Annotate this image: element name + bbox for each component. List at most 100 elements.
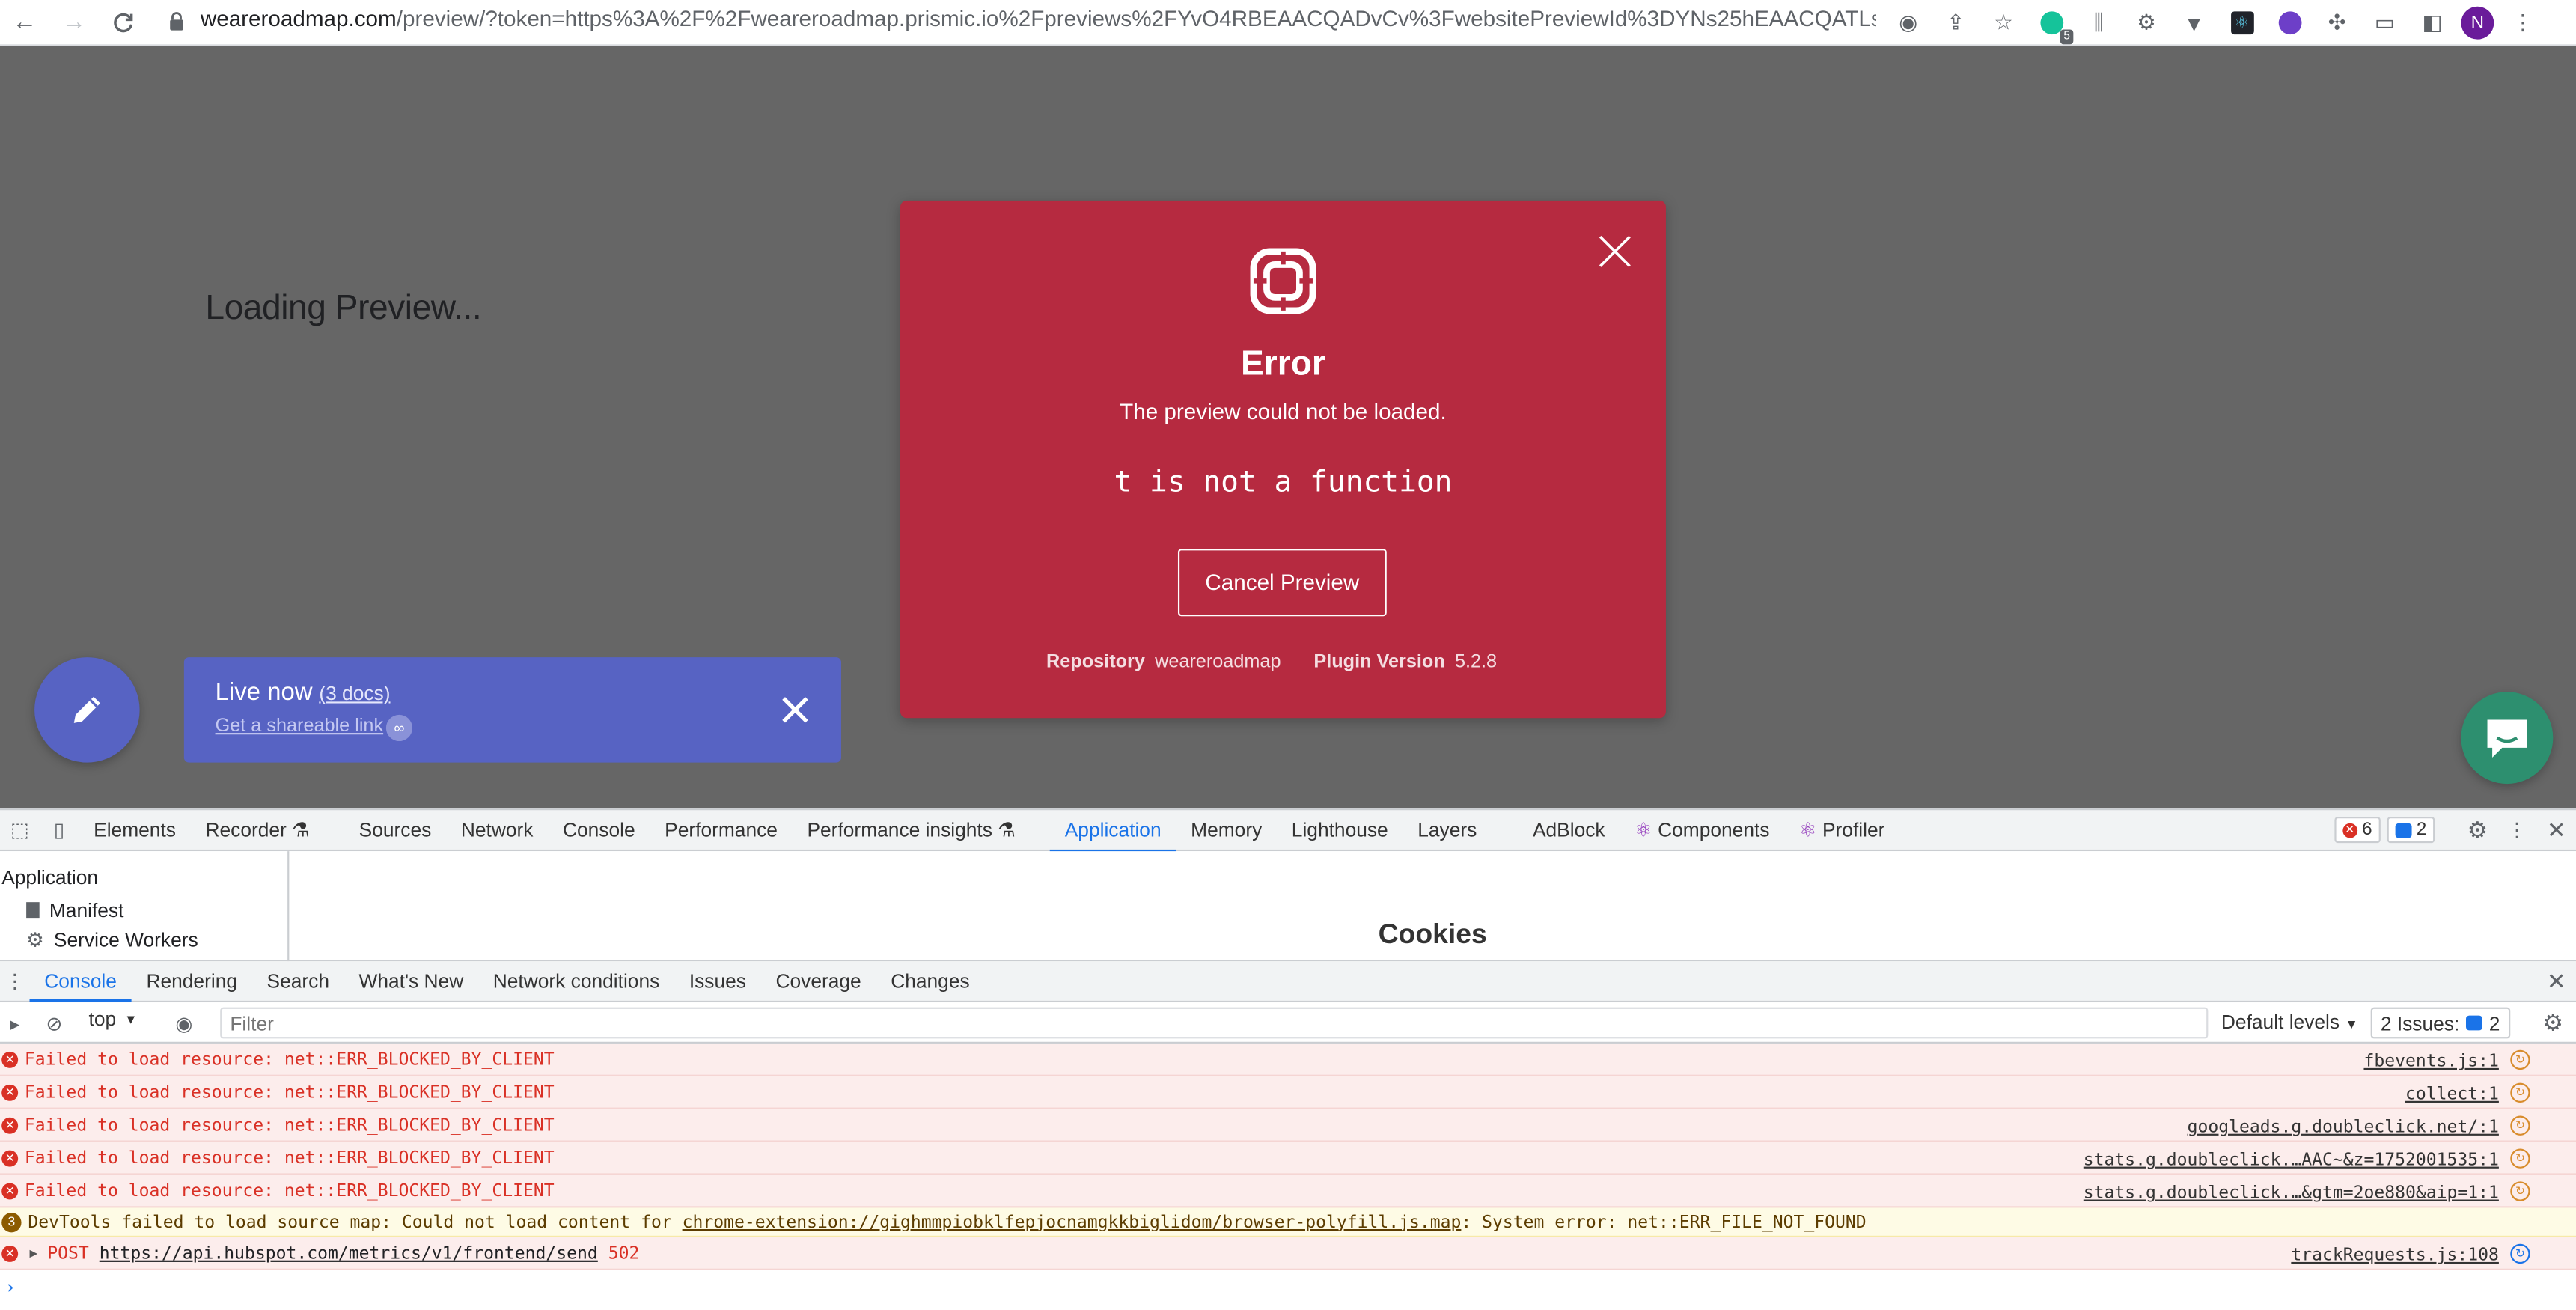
source-origin-icon[interactable]: ↻ xyxy=(2510,1148,2530,1169)
drawer-tab-search[interactable]: Search xyxy=(252,961,344,1001)
eye-icon[interactable]: ◉ xyxy=(1889,5,1926,41)
triangle-down-icon: ▼ xyxy=(124,1011,138,1026)
error-icon: ✕ xyxy=(1,1149,19,1166)
issues-button[interactable]: 2 Issues: 2 xyxy=(2370,1007,2510,1039)
request-url-link[interactable]: https://api.hubspot.com/metrics/v1/front… xyxy=(100,1243,598,1263)
eye-icon[interactable]: ◉ xyxy=(165,1002,204,1044)
flask-icon: ⚗ xyxy=(292,818,310,841)
filter-input[interactable] xyxy=(220,1007,2209,1039)
chat-button[interactable] xyxy=(2461,692,2554,785)
log-message: Failed to load resource: net::ERR_BLOCKE… xyxy=(24,1049,555,1069)
more-vert-icon[interactable]: ⋮ xyxy=(2497,809,2537,850)
source-origin-icon[interactable]: ↻ xyxy=(2510,1049,2530,1070)
more-icon[interactable]: ⋮ xyxy=(2503,5,2541,41)
cast-icon[interactable]: ▭ xyxy=(2366,5,2403,41)
share-icon[interactable]: ⇪ xyxy=(1937,5,1974,41)
issue-count: 2 xyxy=(2416,820,2427,840)
source-origin-icon[interactable]: ↻ xyxy=(2510,1082,2530,1103)
request-method: POST xyxy=(47,1243,89,1264)
chat-bubble-icon xyxy=(2487,719,2527,758)
drawer-tab-console[interactable]: Console xyxy=(29,961,132,1003)
sidebar-header[interactable]: Application xyxy=(1,866,98,889)
tab-sources[interactable]: Sources xyxy=(344,809,446,850)
tab-performance[interactable]: Performance xyxy=(650,809,792,850)
arrow-left-icon: ← xyxy=(12,7,37,37)
source-origin-icon[interactable]: ↻ xyxy=(2510,1243,2530,1264)
tab-performance-insights[interactable]: Performance insights ⚗ xyxy=(793,809,1031,850)
source-origin-icon[interactable]: ↻ xyxy=(2510,1181,2530,1201)
log-source-link[interactable]: trackRequests.js:108 xyxy=(2291,1246,2499,1265)
source-map-link[interactable]: chrome-extension://gighmmpiobklfepjocnam… xyxy=(683,1212,1462,1231)
tab-components[interactable]: ⚛ Components xyxy=(1620,809,1784,850)
star-icon[interactable]: ☆ xyxy=(1985,5,2022,41)
react-extension-icon[interactable]: ⚛ xyxy=(2223,5,2260,41)
log-source-link[interactable]: collect:1 xyxy=(2405,1085,2499,1104)
back-button[interactable]: ← xyxy=(0,0,49,45)
tab-application[interactable]: Application xyxy=(1049,809,1176,853)
tab-recorder[interactable]: Recorder ⚗ xyxy=(191,809,325,850)
docs-link[interactable]: (3 docs) xyxy=(319,682,390,705)
console-settings-icon[interactable]: ⚙ xyxy=(2533,1002,2573,1044)
log-source-link[interactable]: googleads.g.doubleclick.net/:1 xyxy=(2188,1118,2499,1137)
modal-meta: Repository weareroadmap Plugin Version 5… xyxy=(900,652,1666,671)
link-icon[interactable]: ∞ xyxy=(385,714,412,742)
settings-gear-icon[interactable]: ⚙ xyxy=(2458,809,2497,850)
log-levels-select[interactable]: Default levels ▼ xyxy=(2221,1011,2358,1034)
reload-button[interactable] xyxy=(99,0,148,45)
request-status: 502 xyxy=(608,1243,640,1264)
sidebar-toggle-icon[interactable]: ▸ xyxy=(0,1002,30,1044)
expand-triangle-icon[interactable]: ▶ xyxy=(30,1246,38,1261)
drawer-tab-changes[interactable]: Changes xyxy=(876,961,984,1001)
tab-console[interactable]: Console xyxy=(548,809,650,850)
vue-extension-icon[interactable]: ▼ xyxy=(2175,5,2212,41)
tab-memory[interactable]: Memory xyxy=(1176,809,1277,850)
drawer-tab-network-conditions[interactable]: Network conditions xyxy=(478,961,674,1001)
log-message: Failed to load resource: net::ERR_BLOCKE… xyxy=(24,1115,555,1135)
device-toggle-icon[interactable]: ▯ xyxy=(40,809,79,850)
address-bar[interactable]: weareroadmap.com/preview/?token=https%3A… xyxy=(201,7,1876,31)
tab-adblock[interactable]: AdBlock xyxy=(1518,809,1620,850)
source-origin-icon[interactable]: ↻ xyxy=(2510,1115,2530,1136)
close-drawer-icon[interactable]: ✕ xyxy=(2536,960,2576,1002)
inspect-icon[interactable]: ⬚ xyxy=(0,809,40,850)
chart-extension-icon[interactable]: ⫼ xyxy=(2080,5,2117,41)
drawer-tab-coverage[interactable]: Coverage xyxy=(761,961,876,1001)
redux-extension-icon[interactable] xyxy=(2271,5,2308,41)
cancel-preview-button[interactable]: Cancel Preview xyxy=(1177,549,1387,617)
error-counter[interactable]: ✕ 6 xyxy=(2334,817,2381,844)
tab-network[interactable]: Network xyxy=(446,809,548,850)
close-devtools-icon[interactable]: ✕ xyxy=(2536,809,2576,850)
close-icon[interactable] xyxy=(1597,234,1633,269)
drawer-menu-icon[interactable]: ⋮ xyxy=(0,960,30,1002)
sidebar-item-manifest[interactable]: Manifest xyxy=(26,899,123,922)
avatar[interactable]: N xyxy=(2461,6,2494,40)
context-select[interactable]: top ▼ xyxy=(89,1008,138,1031)
drawer-tab-whats-new[interactable]: What's New xyxy=(344,961,478,1001)
clear-console-icon[interactable]: ⊘ xyxy=(36,1002,72,1044)
live-label: Live now xyxy=(215,678,313,707)
close-icon[interactable] xyxy=(779,693,812,726)
log-source-link[interactable]: fbevents.js:1 xyxy=(2363,1052,2498,1071)
tab-elements[interactable]: Elements xyxy=(79,809,190,850)
edit-button[interactable] xyxy=(34,657,140,763)
issue-counter[interactable]: 2 xyxy=(2387,817,2435,844)
tab-lighthouse[interactable]: Lighthouse xyxy=(1277,809,1403,850)
gear-extension-icon[interactable]: ⚙ xyxy=(2128,5,2165,41)
drawer-tab-rendering[interactable]: Rendering xyxy=(132,961,252,1001)
shareable-link[interactable]: Get a shareable link xyxy=(216,716,384,736)
triangle-down-icon: ▼ xyxy=(2345,1017,2358,1032)
console-prompt[interactable]: › xyxy=(0,1270,2576,1303)
sidebar-icon[interactable]: ◧ xyxy=(2414,5,2451,41)
puzzle-icon[interactable]: ✣ xyxy=(2318,5,2355,41)
forward-button[interactable]: → xyxy=(49,0,99,45)
sidebar-item-service-workers[interactable]: ⚙ Service Workers xyxy=(26,928,198,951)
log-row: ✕ Failed to load resource: net::ERR_BLOCK… xyxy=(0,1109,2576,1142)
log-source-link[interactable]: stats.g.doubleclick.…&gtm=2oe880&aip=1:1 xyxy=(2084,1183,2499,1203)
tab-layers[interactable]: Layers xyxy=(1403,809,1492,850)
post-row[interactable]: ✕ ▶ POST https://api.hubspot.com/metrics/v… xyxy=(0,1237,2576,1270)
tab-profiler[interactable]: ⚛ Profiler xyxy=(1784,809,1899,850)
log-source-link[interactable]: stats.g.doubleclick.…AAC~&z=1752001535:1 xyxy=(2084,1151,2499,1170)
drawer-tab-issues[interactable]: Issues xyxy=(674,961,761,1001)
grammarly-extension-icon[interactable]: 5 xyxy=(2032,5,2074,45)
repo-label: Repository xyxy=(1046,652,1145,672)
